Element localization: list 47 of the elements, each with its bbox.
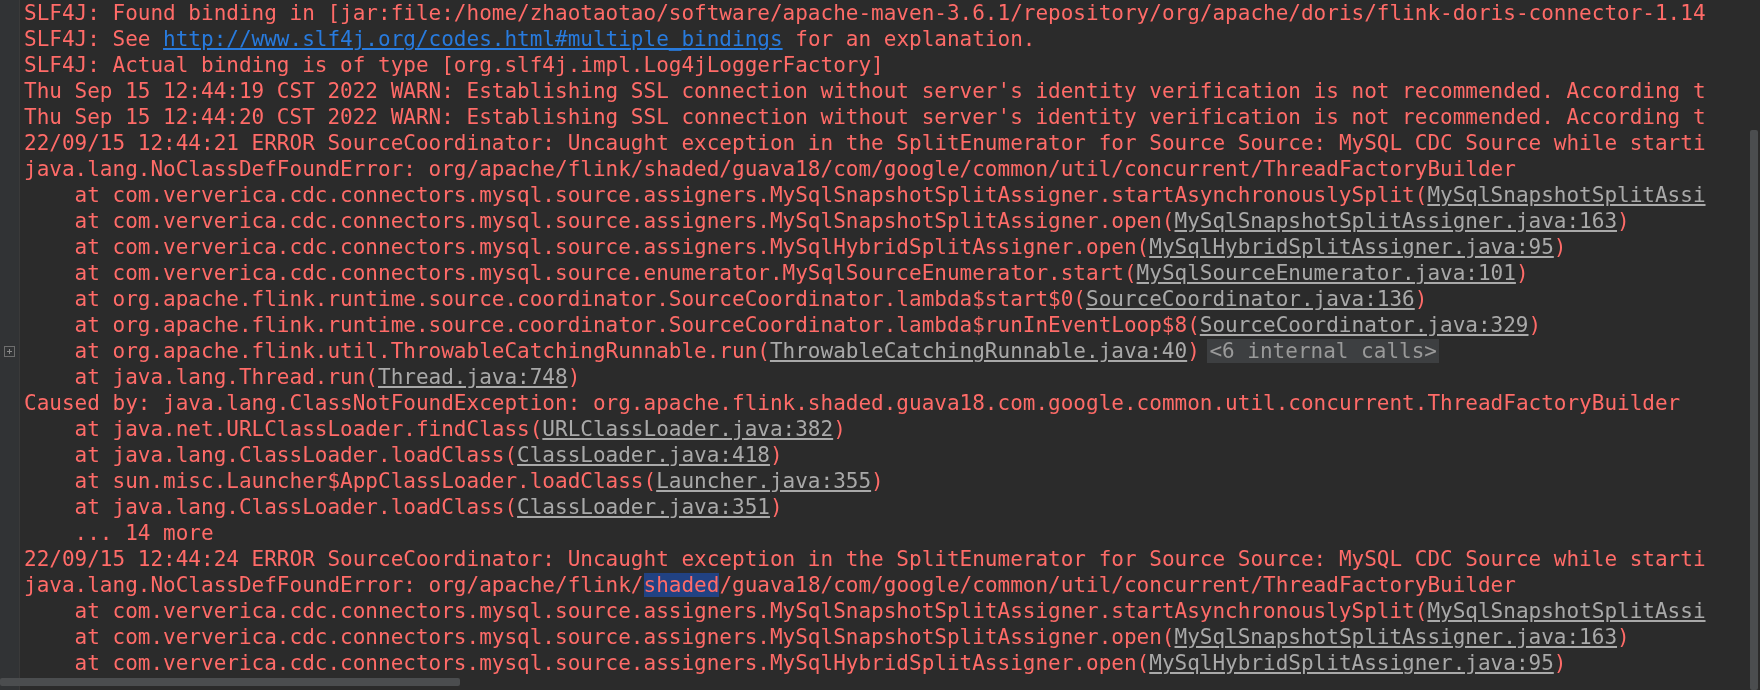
source-link[interactable]: Launcher.java:355 xyxy=(656,469,872,493)
source-link[interactable]: MySqlSnapshotSplitAssigner.java:163 xyxy=(1174,625,1618,649)
source-link[interactable]: MySqlSourceEnumerator.java:101 xyxy=(1136,261,1516,285)
selected-text: shaded xyxy=(643,573,720,597)
scrollbar-thumb[interactable] xyxy=(1750,130,1758,690)
log-line: SLF4J: See http://www.slf4j.org/codes.html#multiple_bindings for an explanation. xyxy=(24,26,1037,52)
source-link[interactable]: Thread.java:748 xyxy=(378,365,568,389)
log-line: at java.net.URLClassLoader.findClass(URLClassLoader.java:382) xyxy=(73,416,847,442)
log-line: at java.lang.ClassLoader.loadClass(ClassLoader.java:351) xyxy=(73,494,784,520)
expand-icon[interactable] xyxy=(4,345,15,357)
folded-calls-chip[interactable]: <6 internal calls> xyxy=(1207,339,1439,363)
log-line: at java.lang.Thread.run(Thread.java:748) xyxy=(73,364,582,390)
log-line: at com.ververica.cdc.connectors.mysql.source.assigners.MySqlSnapshotSplitAssigner.open(MySqlSnapshotSplitAssigner.java:163) xyxy=(73,208,1631,234)
source-link[interactable]: MySqlSnapshotSplitAssigner.java:163 xyxy=(1174,209,1618,233)
log-line: 22/09/15 12:44:24 ERROR SourceCoordinator: Uncaught exception in the SplitEnumerator for Source Source: MySQL CDC Source while starti xyxy=(24,546,1707,572)
log-line: at java.lang.ClassLoader.loadClass(ClassLoader.java:418) xyxy=(73,442,784,468)
log-line: at com.ververica.cdc.connectors.mysql.source.enumerator.MySqlSourceEnumerator.start(MySqlSourceEnumerator.java:101) xyxy=(73,260,1530,286)
source-link[interactable]: MySqlHybridSplitAssigner.java:95 xyxy=(1149,651,1554,675)
source-link[interactable]: ThrowableCatchingRunnable.java:40 xyxy=(769,339,1188,363)
log-line: at com.ververica.cdc.connectors.mysql.source.assigners.MySqlSnapshotSplitAssigner.open(MySqlSnapshotSplitAssigner.java:163) xyxy=(73,624,1631,650)
log-line: 22/09/15 12:44:21 ERROR SourceCoordinator: Uncaught exception in the SplitEnumerator for Source Source: MySQL CDC Source while starti xyxy=(24,130,1707,156)
source-link[interactable]: MySqlSnapshotSplitAssi xyxy=(1427,183,1706,207)
source-link[interactable]: ClassLoader.java:351 xyxy=(517,495,770,519)
log-line: Caused by: java.lang.ClassNotFoundException: org.apache.flink.shaded.guava18.com.google.common.util.concurrent.ThreadFactoryBuilder xyxy=(24,390,1682,416)
source-link[interactable]: ClassLoader.java:418 xyxy=(517,443,770,467)
log-line: SLF4J: Actual binding is of type [org.slf4j.impl.Log4jLoggerFactory] xyxy=(24,52,885,78)
log-line: ... 14 more xyxy=(73,520,215,546)
log-line: at com.ververica.cdc.connectors.mysql.source.assigners.MySqlSnapshotSplitAssigner.startAsynchronouslySplit(MySqlSnapshotSplitAssi xyxy=(73,182,1707,208)
log-line: java.lang.NoClassDefFoundError: org/apache/flink/shaded/guava18/com/google/common/util/concurrent/ThreadFactoryBuilder xyxy=(24,572,1517,598)
log-line: SLF4J: Found binding in [jar:file:/home/zhaotaotao/software/apache-maven-3.6.1/repository/org/apache/doris/flink-doris-connector-1.14 xyxy=(24,0,1707,26)
log-line: java.lang.NoClassDefFoundError: org/apache/flink/shaded/guava18/com/google/common/util/concurrent/ThreadFactoryBuilder xyxy=(24,156,1517,182)
source-link[interactable]: SourceCoordinator.java:329 xyxy=(1199,313,1529,337)
source-link[interactable]: SourceCoordinator.java:136 xyxy=(1086,287,1415,311)
source-link[interactable]: URLClassLoader.java:382 xyxy=(542,417,834,441)
log-line: at org.apache.flink.runtime.source.coordinator.SourceCoordinator.lambda$runInEventLoop$8(SourceCoordinator.java:329) xyxy=(73,312,1543,338)
log-line: at com.ververica.cdc.connectors.mysql.source.assigners.MySqlHybridSplitAssigner.open(MySqlHybridSplitAssigner.java:95) xyxy=(73,650,1568,676)
log-line: Thu Sep 15 12:44:20 CST 2022 WARN: Establishing SSL connection without server's identity verification is not recommended. According t xyxy=(24,104,1707,130)
source-link[interactable]: MySqlSnapshotSplitAssi xyxy=(1427,599,1706,623)
log-line: Thu Sep 15 12:44:19 CST 2022 WARN: Establishing SSL connection without server's identity verification is not recommended. According t xyxy=(24,78,1707,104)
url-link[interactable]: http://www.slf4j.org/codes.html#multiple_bindings xyxy=(163,27,783,51)
log-line: at com.ververica.cdc.connectors.mysql.source.assigners.MySqlHybridSplitAssigner.open(MySqlHybridSplitAssigner.java:95) xyxy=(73,234,1568,260)
log-line: at com.ververica.cdc.connectors.mysql.source.assigners.MySqlSnapshotSplitAssigner.startAsynchronouslySplit(MySqlSnapshotSplitAssi xyxy=(73,598,1707,624)
scrollbar-thumb[interactable] xyxy=(0,678,460,686)
log-line: at org.apache.flink.runtime.source.coordinator.SourceCoordinator.lambda$start$0(SourceCoordinator.java:136) xyxy=(73,286,1429,312)
log-line: at org.apache.flink.util.ThrowableCatchingRunnable.run(ThrowableCatchingRunnable.java:40) <6 internal calls> xyxy=(73,338,1440,364)
source-link[interactable]: MySqlHybridSplitAssigner.java:95 xyxy=(1149,235,1554,259)
log-line: at sun.misc.Launcher$AppClassLoader.loadClass(Launcher.java:355) xyxy=(73,468,885,494)
